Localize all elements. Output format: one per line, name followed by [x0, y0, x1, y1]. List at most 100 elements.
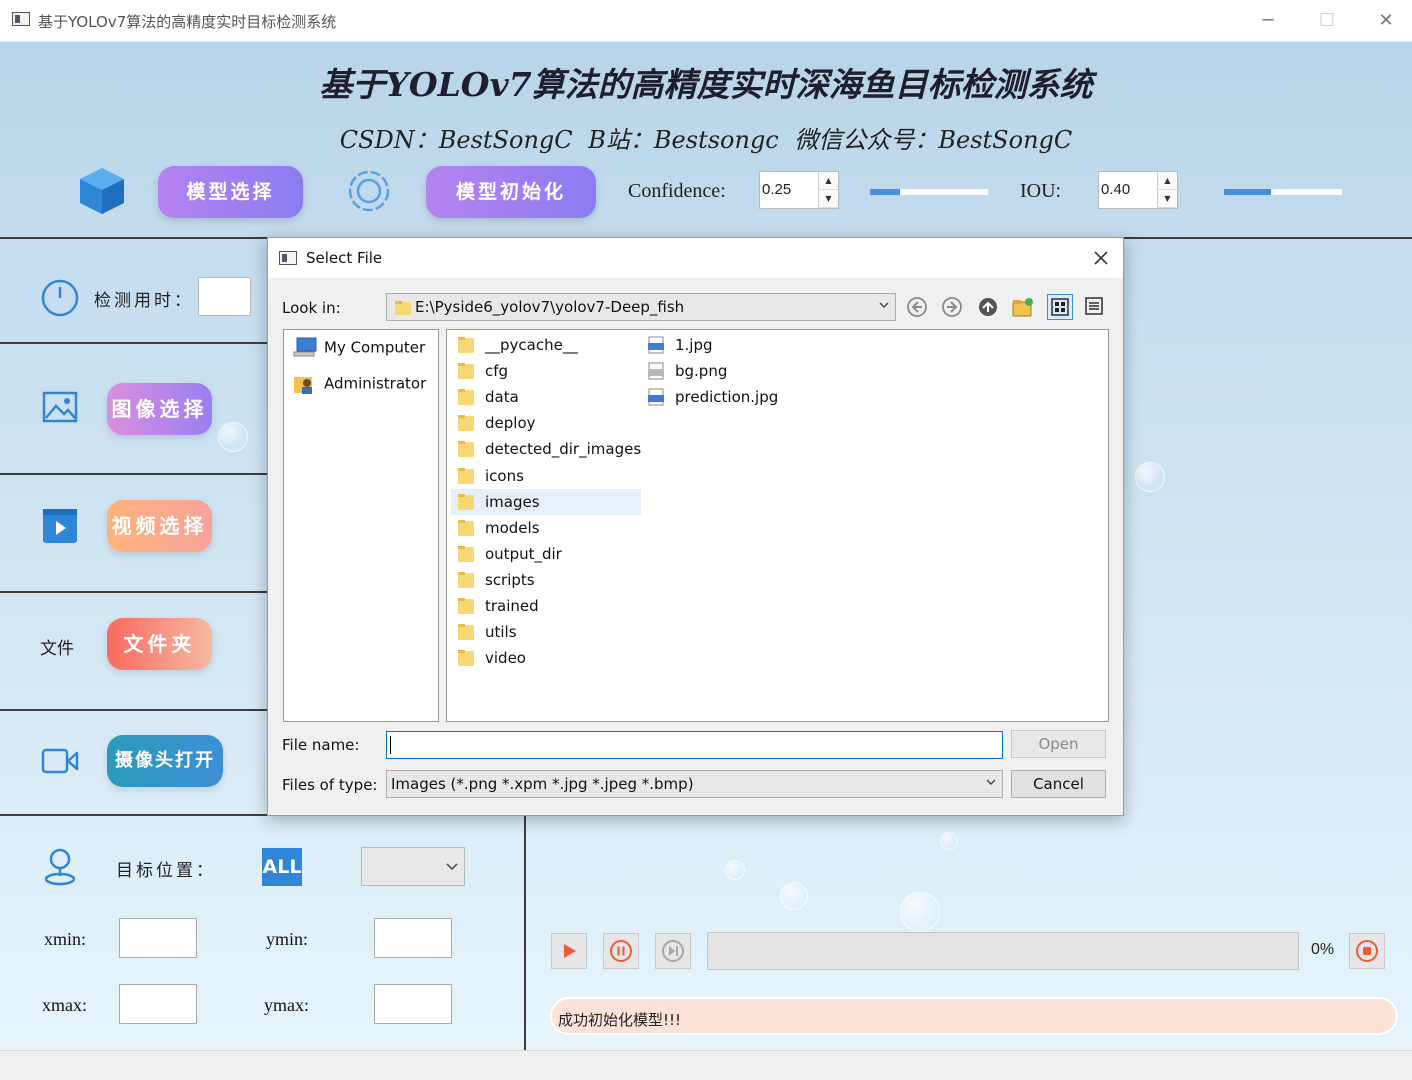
folder-icon — [458, 624, 474, 641]
file-list-item[interactable]: bg.png — [641, 358, 841, 384]
stop-button[interactable] — [1349, 933, 1385, 969]
cancel-button[interactable]: Cancel — [1011, 770, 1106, 798]
close-button[interactable]: ✕ — [1366, 8, 1406, 34]
png-file-icon — [648, 362, 664, 380]
bubble-decoration — [725, 860, 745, 880]
folder-list-item[interactable]: utils — [451, 619, 641, 645]
minimize-button[interactable]: ─ — [1248, 8, 1288, 34]
xmax-label: xmax: — [42, 995, 87, 1015]
location-pin-icon — [44, 848, 76, 886]
look-in-path: E:\Pyside6_yolov7\yolov7-Deep_fish — [415, 298, 685, 316]
parent-directory-button[interactable] — [975, 294, 1001, 320]
file-item-label: detected_dir_images — [485, 440, 642, 459]
camera-open-button[interactable]: 摄像头打开 — [107, 735, 223, 787]
folder-list-item[interactable]: cfg — [451, 358, 641, 384]
pause-icon — [610, 940, 632, 962]
detect-time-field — [198, 277, 251, 316]
step-button[interactable] — [655, 933, 691, 969]
folder-list-item[interactable]: images — [451, 488, 641, 515]
detail-view-icon — [1085, 297, 1103, 315]
place-my-computer[interactable]: My Computer — [292, 337, 425, 365]
app-subtitle: CSDN：BestSongC B站：Bestsongc 微信公众号：BestSo… — [339, 126, 1073, 154]
file-item-label: bg.png — [675, 362, 728, 381]
model-init-button[interactable]: 模型初始化 — [426, 166, 596, 218]
ymin-label: ymin: — [266, 929, 309, 949]
folder-list-item[interactable]: trained — [451, 593, 641, 619]
forward-arrow-icon — [942, 297, 962, 317]
confidence-slider-fill — [870, 189, 900, 195]
file-item-label: icons — [485, 466, 524, 485]
detail-view-button[interactable] — [1081, 294, 1107, 320]
target-select-dropdown[interactable] — [361, 847, 465, 886]
model-select-button[interactable]: 模型选择 — [158, 166, 303, 218]
clock-icon — [41, 279, 79, 317]
image-icon — [42, 391, 78, 423]
folder-list-item[interactable]: output_dir — [451, 541, 641, 567]
file-name-input[interactable] — [386, 731, 1003, 759]
confidence-spinbox[interactable]: 0.25 ▲ ▼ — [759, 171, 839, 209]
bubble-decoration — [218, 422, 248, 452]
folder-list-item[interactable]: video — [451, 645, 641, 671]
file-item-label: deploy — [485, 414, 536, 433]
spin-arrows[interactable]: ▲ ▼ — [818, 172, 838, 208]
folder-list-item[interactable]: data — [451, 384, 641, 410]
spin-down-icon[interactable]: ▼ — [1158, 190, 1177, 208]
folder-list-item[interactable]: models — [451, 515, 641, 541]
divider — [0, 709, 268, 711]
forward-button[interactable] — [939, 294, 965, 320]
play-icon — [564, 944, 576, 958]
folder-list-item[interactable]: __pycache__ — [451, 332, 641, 358]
back-button[interactable] — [904, 294, 930, 320]
chevron-down-icon — [446, 863, 458, 871]
app-title: 基于YOLOv7算法的高精度实时深海鱼目标检测系统 — [319, 65, 1093, 104]
file-name-label: File name: — [282, 736, 360, 754]
folder-select-button[interactable]: 文件夹 — [107, 618, 212, 670]
iou-value: 0.40 — [1101, 181, 1131, 198]
dialog-close-button[interactable] — [1087, 244, 1115, 272]
confidence-value: 0.25 — [762, 181, 792, 198]
iou-label: IOU: — [1020, 180, 1062, 202]
pause-button[interactable] — [603, 933, 639, 969]
file-item-label: video — [485, 649, 526, 668]
spin-up-icon[interactable]: ▲ — [1158, 172, 1177, 190]
folder-list-item[interactable]: scripts — [451, 567, 641, 593]
folder-icon — [458, 650, 474, 667]
detect-time-label: 检测用时： — [94, 291, 194, 311]
divider — [524, 814, 526, 1050]
maximize-button[interactable]: ☐ — [1307, 8, 1347, 34]
file-list-item[interactable]: prediction.jpg — [641, 384, 841, 410]
place-label: Administrator — [324, 374, 427, 393]
all-targets-icon: ALL — [262, 848, 302, 886]
confidence-slider[interactable] — [870, 189, 988, 195]
iou-spinbox[interactable]: 0.40 ▲ ▼ — [1098, 171, 1178, 209]
play-button[interactable] — [551, 933, 587, 969]
spin-arrows[interactable]: ▲ ▼ — [1157, 172, 1177, 208]
list-view-button[interactable] — [1047, 294, 1073, 320]
folder-list-item[interactable]: deploy — [451, 410, 641, 436]
open-button[interactable]: Open — [1011, 730, 1106, 758]
folder-icon — [458, 389, 474, 406]
file-item-label: images — [485, 492, 540, 511]
folder-list-item[interactable]: icons — [451, 463, 641, 489]
look-in-label: Look in: — [282, 299, 341, 317]
spin-down-icon[interactable]: ▼ — [819, 190, 838, 208]
folder-icon — [395, 301, 411, 315]
file-item-label: utils — [485, 623, 517, 642]
divider — [0, 473, 268, 475]
app-icon — [12, 12, 30, 26]
video-progress-bar — [707, 932, 1299, 970]
image-select-button[interactable]: 图像选择 — [107, 383, 212, 435]
cube-icon — [80, 168, 124, 214]
computer-icon — [293, 337, 317, 357]
look-in-combobox[interactable]: E:\Pyside6_yolov7\yolov7-Deep_fish — [386, 293, 896, 321]
place-administrator[interactable]: Administrator — [292, 373, 426, 401]
bubble-decoration — [780, 882, 808, 910]
window-title: 基于YOLOv7算法的高精度实时目标检测系统 — [38, 13, 337, 31]
iou-slider[interactable] — [1224, 189, 1342, 195]
file-type-combobox[interactable]: Images (*.png *.xpm *.jpg *.jpeg *.bmp) — [386, 770, 1003, 798]
new-folder-button[interactable] — [1010, 294, 1036, 320]
folder-list-item[interactable]: detected_dir_images — [451, 436, 641, 462]
video-select-button[interactable]: 视频选择 — [107, 500, 212, 552]
spin-up-icon[interactable]: ▲ — [819, 172, 838, 190]
file-list-item[interactable]: 1.jpg — [641, 332, 841, 358]
